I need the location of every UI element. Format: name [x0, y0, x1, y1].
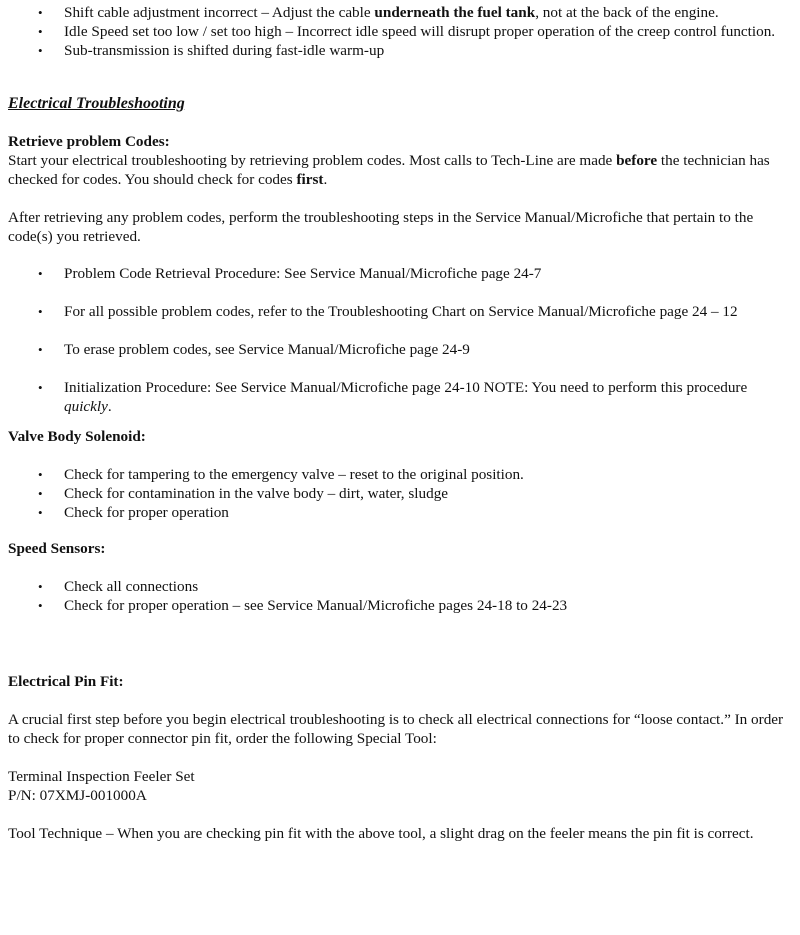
bullet-icon: •	[38, 486, 43, 501]
bullet-icon: •	[38, 342, 43, 357]
list-item: • Check for proper operation – see Servic…	[38, 597, 568, 614]
retrieve-paragraph-1: Start your electrical troubleshooting by…	[8, 152, 770, 188]
list-item: • To erase problem codes, see Service Man…	[38, 341, 470, 358]
valve-heading: Valve Body Solenoid:	[8, 428, 146, 445]
bullet-icon: •	[38, 505, 43, 520]
list-item: • Shift cable adjustment incorrect – Adju…	[38, 4, 719, 21]
retrieve-bullet-list: • Problem Code Retrieval Procedure: See S…	[8, 264, 798, 416]
bullet-icon: •	[38, 5, 43, 20]
speed-bullet-list: • Check all connections • Check for proper…	[8, 577, 798, 615]
bullet-icon: •	[38, 467, 43, 482]
list-item: • Problem Code Retrieval Procedure: See S…	[38, 265, 542, 282]
retrieve-heading: Retrieve problem Codes:	[8, 133, 170, 150]
list-item: • Idle Speed set too low / set too high –…	[38, 23, 776, 40]
section-title: Electrical Troubleshooting	[8, 95, 185, 112]
list-item: • Check for proper operation	[38, 504, 229, 521]
pinfit-paragraph-2: Tool Technique – When you are checking p…	[8, 825, 754, 842]
bullet-icon: •	[38, 598, 43, 613]
list-item: • Initialization Procedure: See Service M…	[38, 379, 748, 415]
bullet-icon: •	[38, 304, 43, 319]
list-item: • Check all connections	[38, 578, 199, 595]
list-item: • Check for contamination in the valve bo…	[38, 485, 449, 502]
pinfit-paragraph-1: A crucial first step before you begin el…	[8, 711, 784, 747]
document-page: • Shift cable adjustment incorrect – Adju…	[8, 3, 798, 843]
bullet-icon: •	[38, 24, 43, 39]
tool-name: Terminal Inspection Feeler Set	[8, 768, 195, 785]
list-item: • For all possible problem codes, refer t…	[38, 303, 738, 320]
list-item: • Sub-transmission is shifted during fast…	[38, 42, 385, 59]
bullet-icon: •	[38, 579, 43, 594]
bullet-icon: •	[38, 43, 43, 58]
valve-bullet-list: • Check for tampering to the emergency va…	[8, 465, 798, 522]
bullet-icon: •	[38, 380, 43, 395]
list-item: • Check for tampering to the emergency va…	[38, 466, 524, 483]
bullet-icon: •	[38, 266, 43, 281]
speed-heading: Speed Sensors:	[8, 540, 106, 557]
pinfit-heading: Electrical Pin Fit:	[8, 673, 124, 690]
intro-bullet-list: • Shift cable adjustment incorrect – Adju…	[8, 3, 798, 60]
part-number: P/N: 07XMJ-001000A	[8, 787, 147, 804]
retrieve-paragraph-2: After retrieving any problem codes, perf…	[8, 209, 754, 245]
